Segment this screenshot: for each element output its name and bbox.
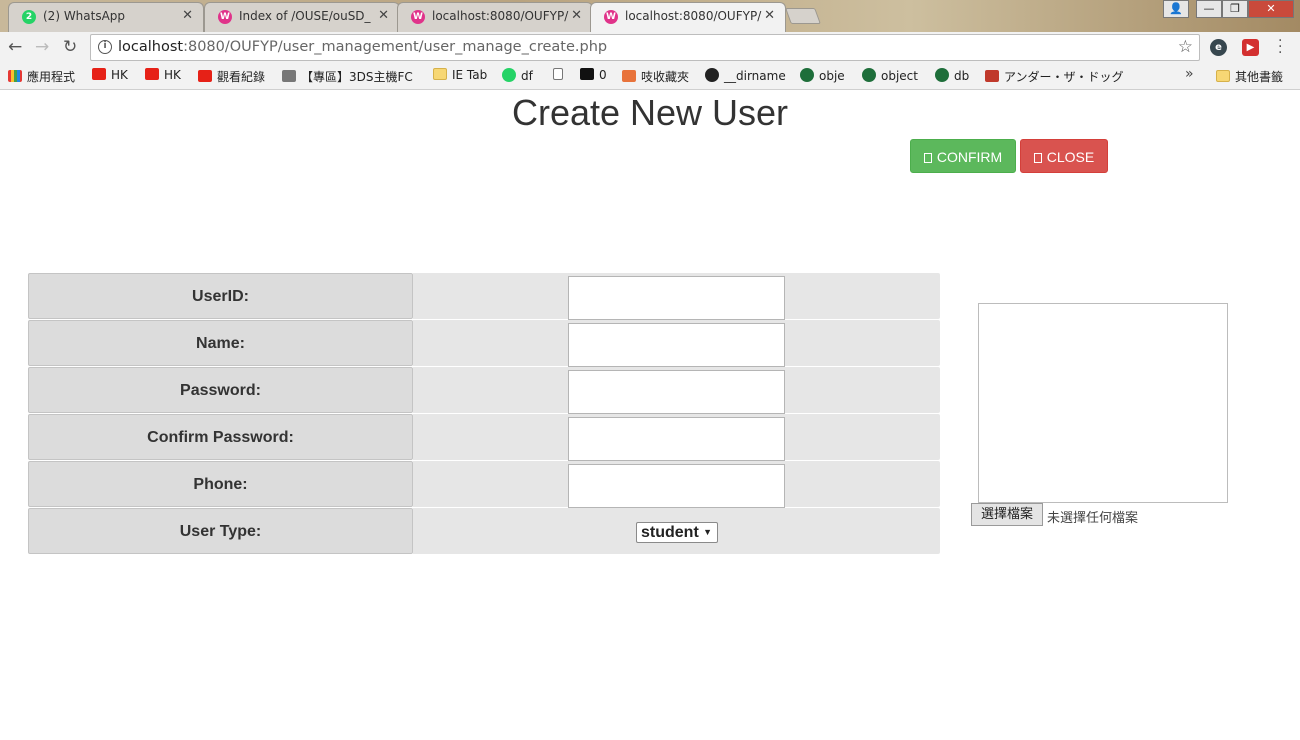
- dropdown-arrow-icon: ▼: [703, 527, 712, 537]
- folder-icon: [433, 68, 447, 80]
- minimize-button[interactable]: —: [1196, 0, 1222, 18]
- db-icon: [800, 68, 814, 82]
- tab-title: (2) WhatsApp: [43, 9, 126, 23]
- form-row-confirm-password: Confirm Password:: [28, 414, 940, 461]
- menu-dots-icon[interactable]: · · ·: [1278, 34, 1282, 60]
- tab-strip: 2 (2) WhatsApp ✕ W Index of /OUSE/ouSD_ …: [0, 0, 1300, 32]
- wamp-icon: W: [604, 10, 618, 24]
- tab-title: Index of /OUSE/ouSD_: [239, 9, 371, 23]
- bookmarks-bar: 應用程式 HK HK 觀看紀錄 【專區】3DS主機FC IE Tab df 0 …: [0, 62, 1300, 90]
- form-row-password: Password:: [28, 367, 940, 414]
- tab-title: localhost:8080/OUFYP/: [625, 9, 762, 23]
- forward-arrow-icon[interactable]: →: [35, 37, 49, 57]
- bookmark-collection[interactable]: 吱收藏夾: [622, 68, 689, 85]
- whatsapp-icon: 2: [22, 10, 36, 24]
- page-title: Create New User: [511, 92, 789, 133]
- tab-localhost-1[interactable]: W localhost:8080/OUFYP/ ✕: [397, 2, 593, 32]
- bookmark-under-the-dog[interactable]: アンダー・ザ・ドッグ: [985, 68, 1175, 85]
- extension-red-icon[interactable]: ▶: [1242, 39, 1259, 56]
- password-input[interactable]: [568, 370, 785, 414]
- close-tab-icon[interactable]: ✕: [182, 8, 193, 23]
- youtube-icon: [92, 68, 106, 80]
- anime-icon: [985, 70, 999, 82]
- confirm-icon: [923, 153, 932, 163]
- folder-icon: [1216, 70, 1230, 82]
- db-icon: [862, 68, 876, 82]
- create-user-form: UserID: Name: Password: Confirm Password…: [28, 273, 940, 554]
- bookmark-history[interactable]: 觀看紀錄: [198, 68, 265, 85]
- confirm-password-input[interactable]: [568, 417, 785, 461]
- maximize-button[interactable]: ❐: [1222, 0, 1248, 18]
- url-text: localhost:8080/OUFYP/user_management/use…: [118, 39, 608, 55]
- tab-index-of[interactable]: W Index of /OUSE/ouSD_ ✕: [204, 2, 400, 32]
- bookmark-apps[interactable]: 應用程式: [8, 68, 75, 85]
- form-row-phone: Phone:: [28, 461, 940, 508]
- address-bar[interactable]: i localhost:8080/OUFYP/user_management/u…: [90, 34, 1200, 61]
- page-icon: [553, 68, 563, 80]
- close-tab-icon[interactable]: ✕: [571, 8, 582, 23]
- tab-title: localhost:8080/OUFYP/: [432, 9, 569, 23]
- bookmark-db[interactable]: db: [935, 68, 969, 83]
- tab-localhost-active[interactable]: W localhost:8080/OUFYP/ ✕: [590, 2, 786, 32]
- user-icon[interactable]: 👤: [1163, 0, 1189, 18]
- confirm-button[interactable]: CONFIRM: [910, 139, 1016, 173]
- phone-label: Phone:: [28, 461, 413, 507]
- bookmark-hk-2[interactable]: HK: [145, 68, 181, 82]
- window-close-button[interactable]: ✕: [1248, 0, 1294, 18]
- bookmark-dirname[interactable]: __dirname: [705, 68, 786, 83]
- bookmark-page[interactable]: [553, 68, 568, 82]
- new-tab-button[interactable]: [785, 8, 821, 24]
- bookmark-icon: [622, 70, 636, 82]
- db-icon: [935, 68, 949, 82]
- user-type-select[interactable]: student ▼: [636, 522, 718, 543]
- page-content: Create New User CONFIRM CLOSE UserID: Na…: [0, 90, 1300, 740]
- bookmark-object[interactable]: object: [862, 68, 918, 83]
- form-row-userid: UserID:: [28, 273, 940, 320]
- apps-icon: [8, 70, 22, 82]
- github-icon: [705, 68, 719, 82]
- bookmark-obje[interactable]: obje: [800, 68, 845, 83]
- wamp-icon: W: [218, 10, 232, 24]
- phone-input[interactable]: [568, 464, 785, 508]
- youtube-icon: [198, 70, 212, 82]
- close-button[interactable]: CLOSE: [1020, 139, 1108, 173]
- whatsapp-icon: [502, 68, 516, 82]
- bean-icon: [580, 68, 594, 80]
- name-input[interactable]: [568, 323, 785, 367]
- userid-label: UserID:: [28, 273, 413, 319]
- tab-whatsapp[interactable]: 2 (2) WhatsApp ✕: [8, 2, 204, 32]
- info-icon[interactable]: i: [98, 40, 112, 54]
- bookmark-other[interactable]: 其他書籤: [1216, 68, 1283, 85]
- close-tab-icon[interactable]: ✕: [764, 8, 775, 23]
- close-tab-icon[interactable]: ✕: [378, 8, 389, 23]
- bookmarks-overflow-chevron[interactable]: »: [1185, 66, 1194, 82]
- reload-icon[interactable]: ↻: [63, 37, 77, 57]
- userid-input[interactable]: [568, 276, 785, 320]
- extension-e-icon[interactable]: e: [1210, 39, 1227, 56]
- bookmark-hk-1[interactable]: HK: [92, 68, 128, 82]
- user-type-label: User Type:: [28, 508, 413, 554]
- name-label: Name:: [28, 320, 413, 366]
- wamp-icon: W: [411, 10, 425, 24]
- dragon-icon: [282, 70, 296, 82]
- form-row-user-type: User Type: student ▼: [28, 508, 940, 554]
- bookmark-ie-tab[interactable]: IE Tab: [433, 68, 487, 82]
- bookmark-zero[interactable]: 0: [580, 68, 607, 82]
- back-arrow-icon[interactable]: ←: [8, 37, 22, 57]
- image-preview-box: [978, 303, 1228, 503]
- browser-toolbar: ← → ↻ i localhost:8080/OUFYP/user_manage…: [0, 32, 1300, 62]
- form-row-name: Name:: [28, 320, 940, 367]
- password-label: Password:: [28, 367, 413, 413]
- file-status-text: 未選擇任何檔案: [1047, 511, 1139, 526]
- bookmark-star-icon[interactable]: ☆: [1178, 37, 1193, 57]
- choose-file-button[interactable]: 選擇檔案: [971, 503, 1043, 526]
- bookmark-df[interactable]: df: [502, 68, 533, 83]
- confirm-password-label: Confirm Password:: [28, 414, 413, 460]
- bookmark-3ds[interactable]: 【專區】3DS主機FC: [282, 68, 413, 85]
- youtube-icon: [145, 68, 159, 80]
- close-icon: [1033, 153, 1042, 163]
